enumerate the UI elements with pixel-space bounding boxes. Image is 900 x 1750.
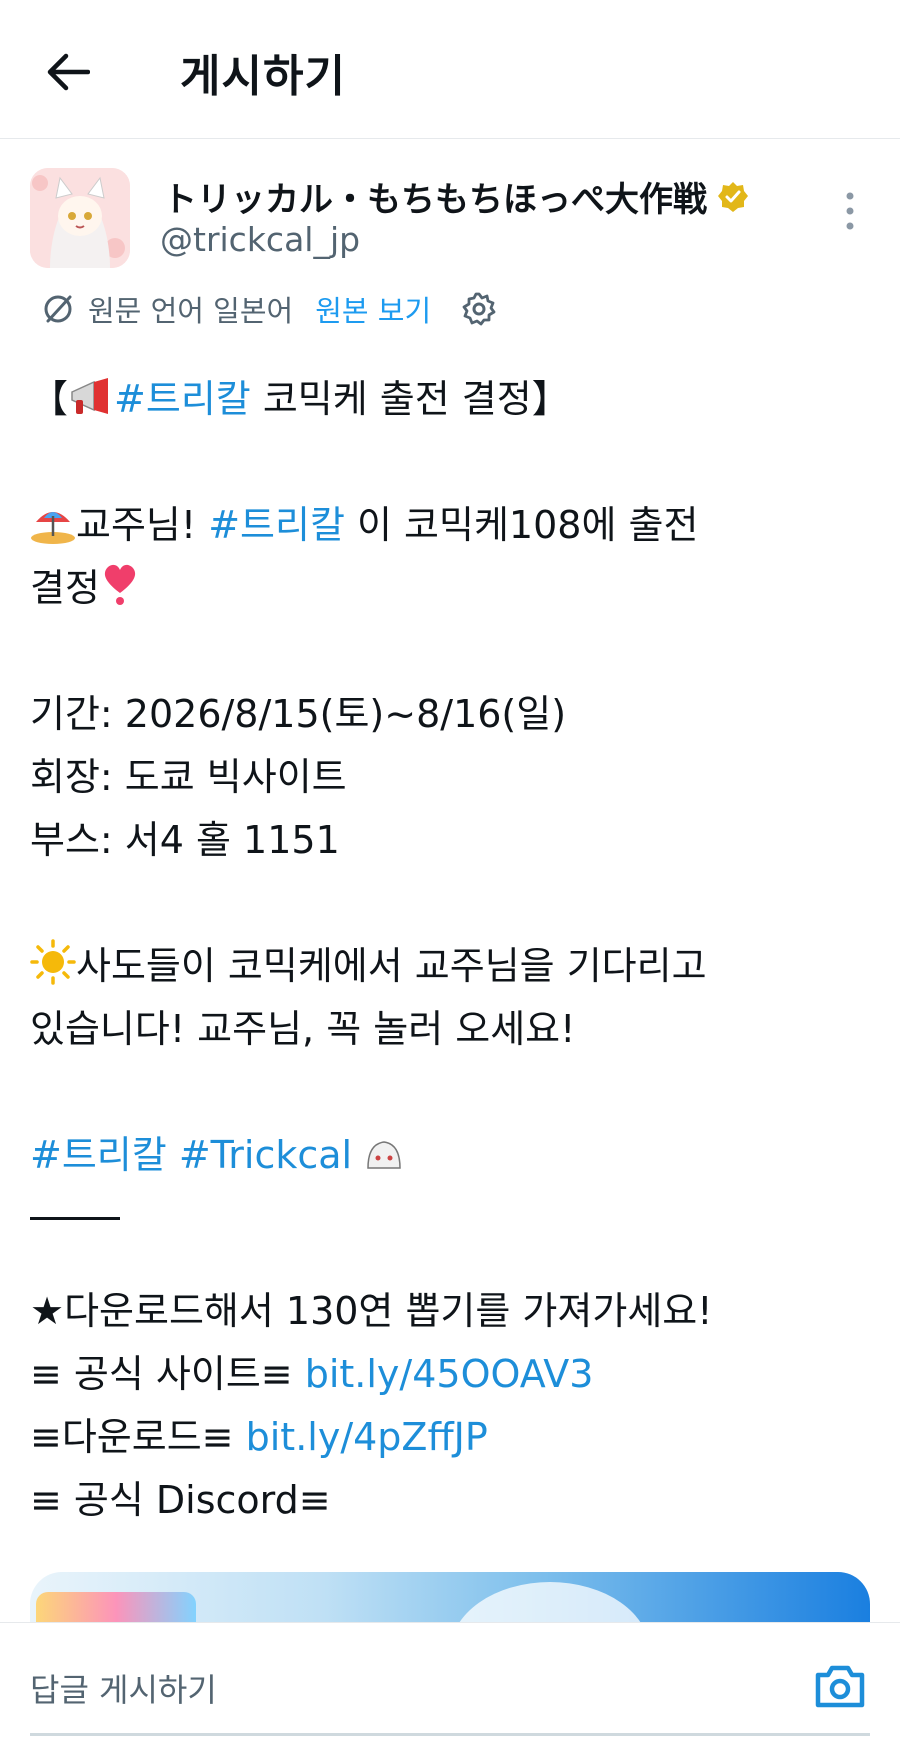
reply-bar: 답글 게시하기 [0,1622,900,1750]
hashtag-link[interactable]: #트리칼 [30,1133,167,1177]
camera-button[interactable] [812,1659,868,1713]
camera-icon [815,1665,865,1708]
translation-settings-button[interactable] [461,291,497,327]
reply-input[interactable]: 답글 게시하기 [30,1665,217,1711]
text-divider [30,1217,120,1220]
post-line: 【#트리칼 코믹케 출전 결정】 [30,377,570,421]
official-site-link[interactable]: bit.ly/45OOAV3 [305,1352,594,1396]
post-line: 결정 [30,557,870,620]
hashtag-link[interactable]: #Trickcal [179,1133,352,1177]
post-line: 기간: 2026/8/15(토)~8/16(일) [30,692,567,736]
character-face-emoji-icon [367,1141,401,1169]
download-link[interactable]: bit.ly/4pZffJP [246,1415,488,1459]
hashtag-link[interactable]: #트리칼 [208,503,345,547]
author-display-name[interactable]: トリッカル・もちもちほっぺ大作戦 [163,172,749,221]
post-line: ★다운로드해서 130연 뽑기를 가져가세요! [30,1289,713,1333]
post-body: 【#트리칼 코믹케 출전 결정】 교주님! #트리칼 이 코믹케108에 출전 … [30,368,870,1532]
avatar[interactable] [30,168,130,268]
beach-umbrella-emoji-icon [31,512,75,544]
post-line: 사도들이 코믹케에서 교주님을 기다리고 [30,935,870,998]
post-line: 교주님! #트리칼 이 코믹케108에 출전 [30,494,870,557]
more-vertical-icon [846,192,854,230]
original-language-label: 원문 언어 일본어 [88,294,294,328]
show-original-link[interactable]: 원본 보기 [315,288,431,330]
verified-badge-icon [718,181,748,212]
post-line: ≡ 공식 사이트≡ bit.ly/45OOAV3 [30,1352,594,1396]
gear-icon [462,292,496,326]
hashtag-link[interactable]: #트리칼 [114,377,251,421]
megaphone-emoji-icon [71,378,109,414]
post-line: ≡다운로드≡ bit.ly/4pZffJP [30,1415,488,1459]
post-line: ≡ 공식 Discord≡ [30,1478,331,1522]
back-button[interactable] [40,44,96,100]
more-options-button[interactable] [832,188,868,234]
author-handle[interactable]: @trickcal_jp [160,220,360,259]
reply-underline [30,1733,870,1736]
post-line: 있습니다! 교주님, 꼭 놀러 오세요! [30,1007,576,1051]
post-line: 회장: 도쿄 빅사이트 [30,755,347,799]
display-name-text: トリッカル・もちもちほっぺ大作戦 [163,180,707,220]
arrow-left-icon [47,53,90,91]
sun-emoji-icon [30,939,76,985]
avatar-illustration [30,168,130,268]
translation-bar: 원문 언어 일본어 원본 보기 [40,286,497,332]
translate-icon [44,295,72,323]
post-line [30,1217,870,1280]
page-title: 게시하기 [180,51,346,102]
post-line: 부스: 서4 홀 1151 [30,818,340,862]
top-bar: 게시하기 [0,0,900,139]
heart-exclamation-emoji-icon [104,564,136,605]
post-line: #트리칼 #Trickcal [30,1124,870,1187]
